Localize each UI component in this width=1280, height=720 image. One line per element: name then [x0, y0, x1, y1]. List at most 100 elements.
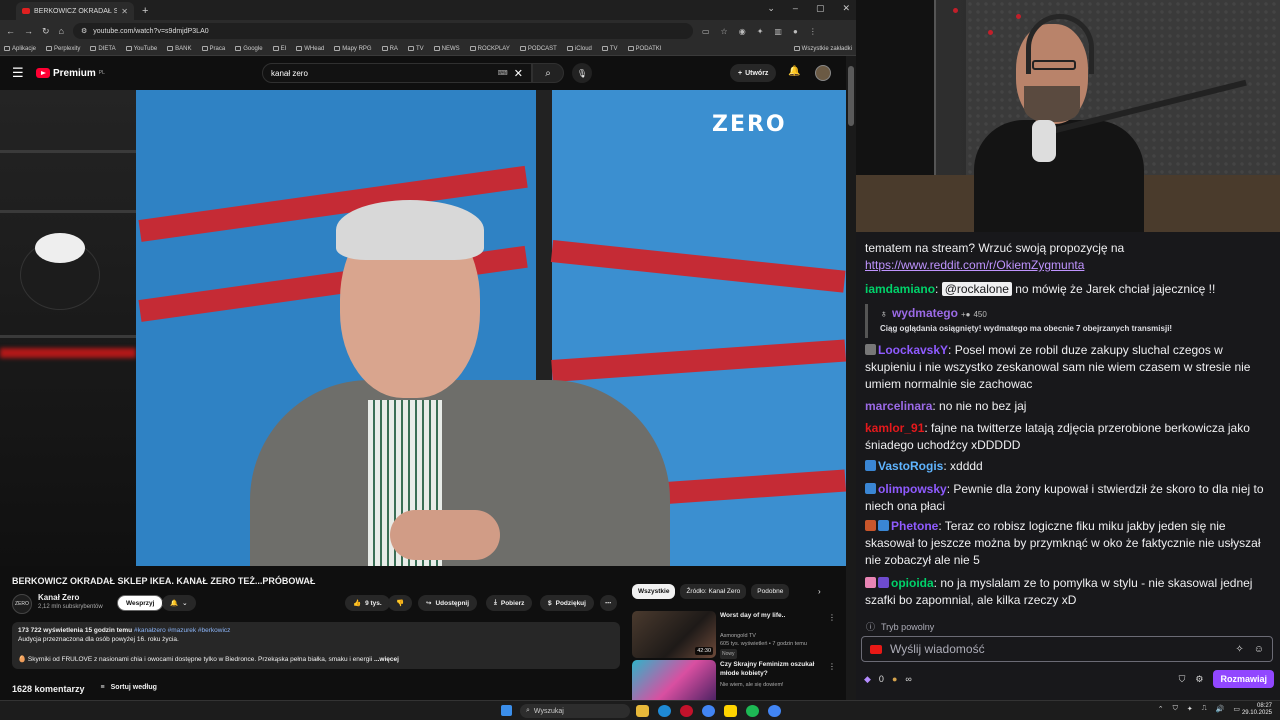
thanks-button[interactable]: $ Podziękuj	[540, 595, 594, 611]
file-explorer-icon[interactable]	[636, 705, 649, 717]
all-bookmarks[interactable]: Wszystkie zakładki	[793, 46, 852, 52]
chevron-down-icon[interactable]: ⌄	[767, 3, 775, 14]
notifications-bell-icon[interactable]: 🔔	[788, 66, 800, 77]
bookmark-item[interactable]: RA	[381, 46, 398, 52]
video-thumbnail[interactable]: 42:30	[632, 611, 716, 658]
sort-comments-button[interactable]: ≡ Sortuj według	[101, 684, 157, 694]
clear-search-icon[interactable]: ✕	[514, 67, 523, 80]
chat-username[interactable]: iamdamiano	[865, 282, 935, 296]
forward-icon[interactable]: →	[24, 26, 33, 36]
bookmark-item[interactable]: Mapy RPG	[334, 46, 372, 52]
cast-icon[interactable]: ▭	[702, 27, 710, 36]
network-icon[interactable]: ⎍	[1202, 705, 1207, 713]
bits-icon[interactable]: ◆	[864, 674, 871, 685]
download-button[interactable]: ⤓ Pobierz	[486, 595, 533, 611]
chat-username[interactable]: Phetone	[891, 519, 938, 533]
bookmark-item[interactable]: Google	[235, 46, 263, 52]
bookmark-item[interactable]: WHead	[296, 46, 324, 52]
subscribe-bell-button[interactable]: 🔔 ⌄	[162, 595, 196, 611]
site-info-icon[interactable]: ⚙	[81, 27, 87, 35]
chevron-up-icon[interactable]: ⌃	[1158, 705, 1164, 713]
youtube-logo[interactable]: Premium PL	[36, 68, 105, 79]
create-button[interactable]: + Utwórz	[730, 64, 777, 82]
chat-username[interactable]: wydmatego	[892, 306, 958, 320]
url-field[interactable]: ⚙ youtube.com/watch?v=s9dmjdP3LA0	[72, 23, 693, 39]
spotify-icon[interactable]	[746, 705, 759, 717]
extension-icon[interactable]: ◉	[739, 27, 746, 36]
taskbar-clock[interactable]: 08:27 29.10.2025	[1242, 703, 1272, 717]
tray-app-icon[interactable]: ✦	[1187, 705, 1193, 713]
close-window-button[interactable]: ✕	[842, 3, 850, 14]
account-avatar[interactable]	[815, 65, 831, 81]
bookmark-item[interactable]: BANK	[167, 46, 192, 52]
magic-icon[interactable]: ✧	[1235, 644, 1243, 655]
chat-username[interactable]: opioida	[891, 576, 934, 590]
bookmark-item[interactable]: PODCAST	[519, 46, 557, 52]
edge-icon[interactable]	[658, 705, 671, 717]
battery-icon[interactable]: ▭	[1233, 705, 1240, 713]
chat-input[interactable]: Wyślij wiadomość ✧ ☺	[861, 636, 1273, 662]
chrome-icon[interactable]	[702, 705, 715, 717]
star-icon[interactable]: ☆	[721, 27, 728, 36]
video-player[interactable]: ZERO	[0, 90, 846, 566]
puzzle-icon[interactable]: ✦	[757, 27, 764, 36]
more-actions-button[interactable]: ⋯	[600, 595, 617, 611]
back-icon[interactable]: ←	[6, 26, 15, 36]
volume-icon[interactable]: 🔊	[1216, 705, 1225, 713]
more-icon[interactable]: ⋮	[809, 27, 817, 36]
chat-send-button[interactable]: Rozmawiaj	[1213, 670, 1274, 688]
bookmark-item[interactable]: DIETA	[90, 46, 116, 52]
bookmark-item[interactable]: ROCKPLAY	[469, 46, 510, 52]
share-button[interactable]: ↪ Udostępnij	[418, 595, 478, 611]
channel-avatar[interactable]: ZERO	[12, 594, 32, 614]
bookmark-item[interactable]: NEWS	[433, 46, 460, 52]
shield-icon[interactable]: ⛉	[1179, 674, 1186, 685]
shield-icon[interactable]: ⛉	[1173, 705, 1178, 713]
notes-icon[interactable]	[724, 705, 737, 717]
join-button[interactable]: Wesprzyj	[117, 595, 164, 611]
show-more-link[interactable]: ...więcej	[374, 656, 399, 663]
emoji-icon[interactable]: ☺	[1254, 644, 1264, 655]
recommended-video[interactable]: 42:30 Worst day of my life.. Asmongold T…	[632, 611, 846, 659]
chat-username[interactable]: LoockavskY	[878, 343, 948, 357]
like-button[interactable]: 👍 9 tys.	[345, 595, 390, 611]
reload-icon[interactable]: ↻	[42, 26, 50, 37]
chip-related[interactable]: Podobne	[751, 584, 790, 599]
bookmark-item[interactable]: Praca	[201, 46, 225, 52]
browser-tab[interactable]: BERKOWICZ OKRADAŁ SKLEP IK ✕	[16, 2, 134, 20]
chrome-profile-icon[interactable]	[768, 705, 781, 717]
chat-username[interactable]: kamlor_91	[865, 421, 924, 435]
page-scrollbar[interactable]	[846, 56, 856, 700]
chat-username[interactable]: VastoRogis	[878, 459, 943, 473]
windows-start-icon[interactable]	[501, 705, 512, 716]
keyboard-icon[interactable]: ⌨	[498, 69, 508, 77]
chat-link[interactable]: https://www.reddit.com/r/OkiemZygmunta	[865, 258, 1084, 272]
more-icon[interactable]: ⋮	[828, 662, 836, 671]
menu-icon[interactable]: ☰	[12, 65, 32, 81]
more-icon[interactable]: ⋮	[828, 613, 836, 622]
dislike-button[interactable]: 👎	[388, 595, 413, 611]
video-description[interactable]: 173 722 wyświetlenia 15 godzin temu #kan…	[12, 622, 620, 669]
profile-icon[interactable]: ●	[793, 27, 798, 36]
scrollbar-thumb[interactable]	[848, 66, 854, 126]
bookmark-item[interactable]: TV	[601, 46, 618, 52]
chat-username[interactable]: olimpowsky	[878, 482, 947, 496]
opera-icon[interactable]	[680, 705, 693, 717]
chat-mention[interactable]: @rockalone	[941, 282, 1012, 296]
channel-name[interactable]: Kanał Zero	[38, 593, 79, 602]
bookmark-item[interactable]: PODATKI	[627, 46, 661, 52]
hashtags[interactable]: #kanałzero #mazurek #berkowicz	[134, 627, 230, 634]
bookmark-item[interactable]: iCloud	[566, 46, 592, 52]
bookmark-item[interactable]: YouTube	[125, 46, 157, 52]
channel-points-icon[interactable]: ●	[892, 674, 897, 684]
taskbar-search[interactable]: ⌕ Wyszukaj	[520, 704, 630, 718]
close-tab-icon[interactable]: ✕	[121, 7, 128, 16]
maximize-button[interactable]: ▢	[816, 3, 825, 14]
bookmark-item[interactable]: Aplikacje	[4, 46, 36, 52]
chat-username[interactable]: marcelinara	[865, 399, 932, 413]
bookmark-item[interactable]: EI	[272, 46, 286, 52]
voice-search-button[interactable]: 🎙	[572, 63, 592, 83]
chevron-right-icon[interactable]: ›	[818, 587, 821, 596]
home-icon[interactable]: ⌂	[59, 26, 64, 36]
chip-source[interactable]: Źródło: Kanał Zero	[680, 584, 747, 599]
